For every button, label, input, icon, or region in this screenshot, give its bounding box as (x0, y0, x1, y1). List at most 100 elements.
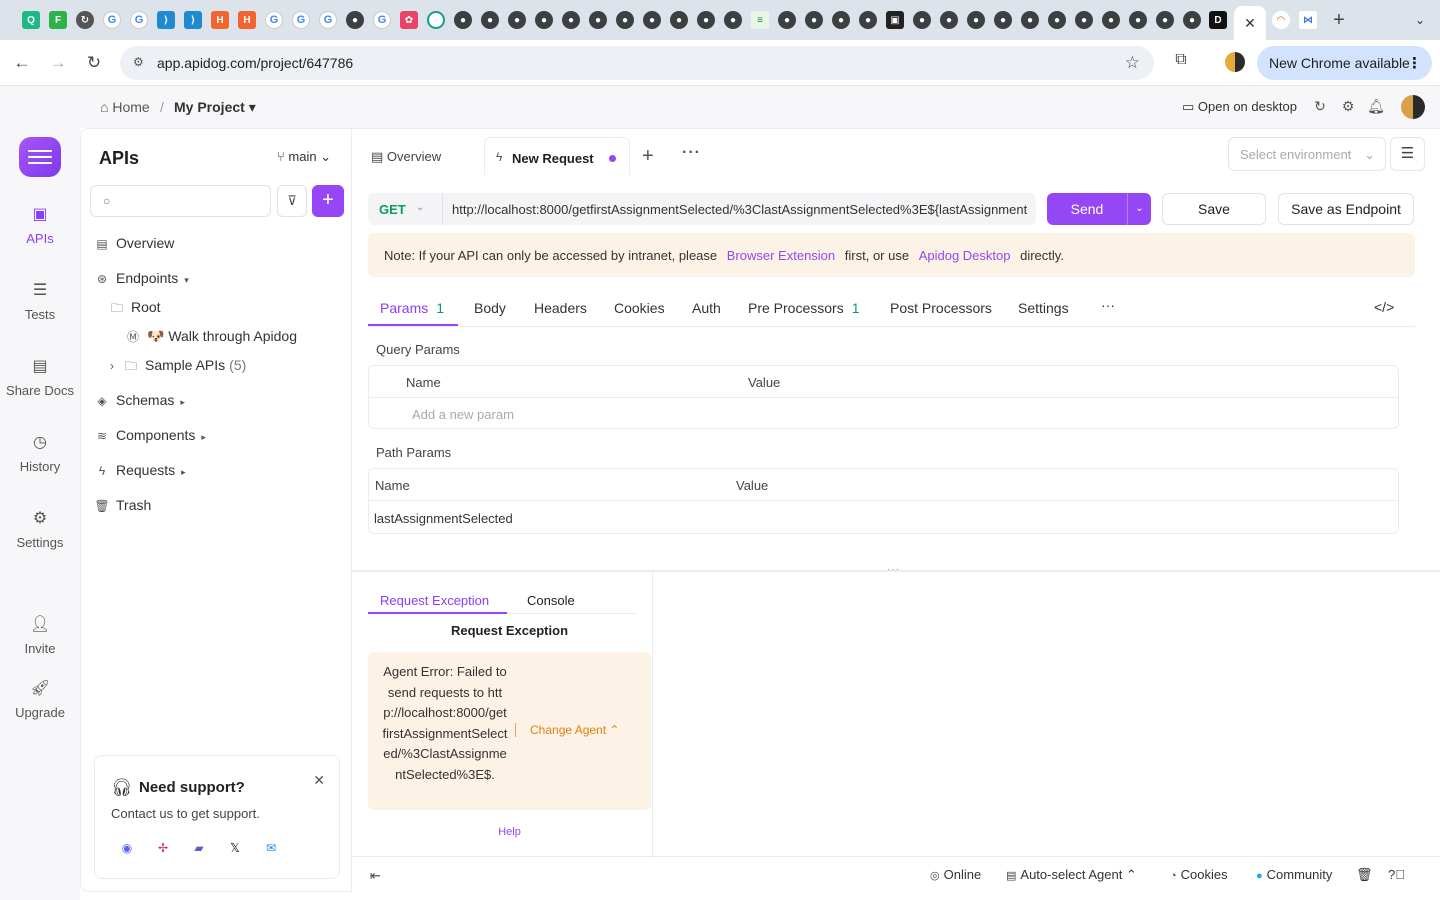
github-tab-icon[interactable]: ● (913, 11, 931, 29)
more-vert-icon[interactable]: ⋮ (1407, 54, 1422, 72)
add-param-input[interactable]: Add a new param (412, 407, 514, 422)
discord-icon[interactable]: ◉ (118, 839, 136, 857)
tab-favicon[interactable]: ▣ (886, 11, 904, 29)
tab-favicon[interactable]: ◠ (1272, 11, 1290, 29)
github-tab-icon[interactable]: ● (967, 11, 985, 29)
tree-item-sample-apis[interactable]: › 🗀︎ Sample APIs (5) (107, 357, 246, 378)
change-agent-button[interactable]: Change Agent ⌃ (530, 723, 619, 737)
app-logo[interactable] (19, 137, 61, 177)
tab-post-processors[interactable]: Post Processors (890, 300, 992, 316)
github-tab-icon[interactable]: ● (346, 11, 364, 29)
tab-favicon[interactable]: H (211, 11, 229, 29)
param-name-cell[interactable]: lastAssignmentSelected (374, 511, 513, 526)
tab-console[interactable]: Console (527, 593, 575, 608)
chevron-down-icon[interactable]: ⌄ (416, 202, 424, 213)
url-input[interactable]: http://localhost:8000/getfirstAssignment… (452, 202, 1027, 217)
tab-favicon[interactable]: ≡ (751, 11, 769, 29)
github-tab-icon[interactable]: ● (616, 11, 634, 29)
tab-cookies[interactable]: Cookies (614, 300, 665, 316)
github-tab-icon[interactable]: ● (1075, 11, 1093, 29)
more-dots-icon[interactable]: ··· (682, 144, 701, 162)
sidebar-search-input[interactable]: ○ (90, 185, 271, 217)
online-status[interactable]: ◎ Online (930, 867, 981, 882)
rail-item-invite[interactable]: 👤︎ Invite (0, 615, 80, 656)
github-tab-icon[interactable]: ● (670, 11, 688, 29)
github-tab-icon[interactable]: ● (1021, 11, 1039, 29)
google-tab-icon[interactable]: G (373, 11, 391, 29)
tab-auth[interactable]: Auth (692, 300, 721, 316)
github-tab-icon[interactable]: ● (994, 11, 1012, 29)
method-select[interactable]: GET (379, 202, 406, 217)
tab-favicon[interactable]: Q (22, 11, 40, 29)
rail-item-history[interactable]: ◷ History (0, 433, 80, 474)
tab-params[interactable]: Params 1 (380, 300, 444, 316)
github-tab-icon[interactable]: ● (724, 11, 742, 29)
breadcrumb-project[interactable]: My Project ▾ (174, 99, 256, 116)
extensions-puzzle-icon[interactable]: ⧉ (1170, 51, 1192, 73)
tree-item-overview[interactable]: ▤ Overview (94, 235, 174, 251)
github-tab-icon[interactable]: ● (859, 11, 877, 29)
help-circle-icon[interactable]: ?⃝ (1388, 867, 1405, 882)
send-button[interactable]: Send (1047, 193, 1127, 225)
tree-item-root[interactable]: 🗀︎ Root (109, 299, 161, 320)
tab-favicon[interactable]: ⋈ (1299, 11, 1317, 29)
tab-favicon[interactable]: H (238, 11, 256, 29)
rail-item-settings[interactable]: ⚙ Settings (0, 509, 80, 550)
google-tab-icon[interactable]: G (292, 11, 310, 29)
branch-selector[interactable]: ⑂ main ⌄ (277, 149, 331, 165)
address-bar[interactable]: ⚙ app.apidog.com/project/647786 ☆ (120, 46, 1154, 80)
google-tab-icon[interactable]: G (130, 11, 148, 29)
tab-pre-processors[interactable]: Pre Processors 1 (748, 300, 860, 316)
environment-menu-button[interactable]: ☰ (1390, 137, 1425, 171)
tree-item-schemas[interactable]: ◈ Schemas ▸ (94, 392, 185, 408)
save-as-endpoint-button[interactable]: Save as Endpoint (1278, 193, 1414, 225)
github-tab-icon[interactable]: ● (1183, 11, 1201, 29)
github-tab-icon[interactable]: ● (805, 11, 823, 29)
github-tab-icon[interactable]: ● (940, 11, 958, 29)
github-tab-icon[interactable]: ● (508, 11, 526, 29)
rail-item-tests[interactable]: ☰ Tests (0, 281, 80, 322)
agent-select[interactable]: ▤ Auto-select Agent ⌃ (1006, 867, 1137, 883)
github-tab-icon[interactable]: ● (481, 11, 499, 29)
tab-overview[interactable]: ▤ Overview (371, 149, 441, 165)
sync-icon[interactable]: ↻ (1311, 98, 1329, 116)
help-link[interactable]: Help (368, 826, 651, 838)
bell-icon[interactable]: 🔔︎ (1367, 98, 1385, 116)
email-icon[interactable]: ✉ (262, 839, 280, 857)
browser-extension-link[interactable]: Browser Extension (727, 248, 835, 263)
forward-arrow-icon[interactable]: → (46, 51, 70, 75)
add-button[interactable]: + (312, 185, 344, 217)
tab-headers[interactable]: Headers (534, 300, 587, 316)
trash-icon[interactable]: 🗑︎ (1356, 867, 1373, 883)
github-tab-icon[interactable]: ● (1156, 11, 1174, 29)
tab-favicon[interactable]: F (49, 11, 67, 29)
github-tab-icon[interactable]: ● (643, 11, 661, 29)
user-avatar[interactable] (1401, 95, 1425, 119)
rail-item-upgrade[interactable]: 🚀︎ Upgrade (0, 679, 80, 720)
site-info-icon[interactable]: ⚙ (133, 55, 149, 71)
rail-item-share-docs[interactable]: ▤ Share Docs (0, 357, 80, 398)
profile-avatar[interactable] (1225, 52, 1245, 72)
github-tab-icon[interactable]: ● (832, 11, 850, 29)
tab-favicon[interactable]: ✿ (400, 11, 418, 29)
google-tab-icon[interactable]: G (103, 11, 121, 29)
url-text[interactable]: app.apidog.com/project/647786 (157, 55, 353, 71)
environment-select[interactable]: Select environment ⌄ (1228, 137, 1386, 171)
tab-new-request[interactable]: ϟ New Request (484, 137, 630, 175)
tree-item-trash[interactable]: 🗑︎ Trash (94, 497, 151, 513)
new-chrome-available-button[interactable]: New Chrome available ⋮ (1257, 46, 1432, 80)
send-options-chevron-icon[interactable]: ⌄ (1127, 193, 1151, 225)
close-icon[interactable]: ✕ (313, 772, 325, 789)
tab-favicon[interactable]: ↻ (76, 11, 94, 29)
github-tab-icon[interactable]: ● (778, 11, 796, 29)
tab-request-exception[interactable]: Request Exception (380, 593, 489, 608)
github-tab-icon[interactable]: ● (697, 11, 715, 29)
tree-item-components[interactable]: ≋ Components ▸ (94, 427, 206, 443)
add-tab-button[interactable]: + (642, 145, 654, 168)
cookies-button[interactable]: ◔ Cookies (1170, 867, 1228, 882)
github-tab-icon[interactable]: ● (589, 11, 607, 29)
tab-more[interactable]: ··· (1101, 297, 1115, 313)
new-tab-button[interactable]: + (1328, 9, 1350, 31)
apidog-desktop-link[interactable]: Apidog Desktop (919, 248, 1011, 263)
github-tab-icon[interactable]: ● (535, 11, 553, 29)
